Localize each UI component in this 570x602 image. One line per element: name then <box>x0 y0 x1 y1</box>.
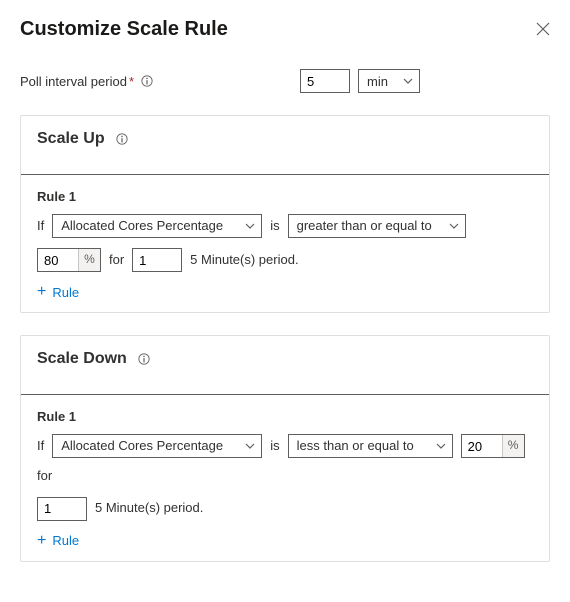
scale-down-section: Scale Down Rule 1 If Allocated Cores Per… <box>20 335 550 562</box>
chevron-down-icon <box>449 221 459 231</box>
plus-icon: + <box>37 284 46 300</box>
for-text: for <box>109 250 124 271</box>
close-icon[interactable] <box>536 22 550 36</box>
percent-unit: % <box>502 435 524 457</box>
is-text: is <box>270 436 279 457</box>
info-icon[interactable] <box>115 132 129 146</box>
threshold-input-wrap: % <box>37 248 101 272</box>
scale-up-section: Scale Up Rule 1 If Allocated Cores Perce… <box>20 115 550 313</box>
poll-unit-select[interactable]: min <box>358 69 420 93</box>
percent-unit: % <box>78 249 100 271</box>
threshold-input-wrap: % <box>461 434 525 458</box>
is-text: is <box>270 216 279 237</box>
metric-value: Allocated Cores Percentage <box>61 436 223 457</box>
if-text: If <box>37 216 44 237</box>
chevron-down-icon <box>436 441 446 451</box>
operator-select[interactable]: less than or equal to <box>288 434 453 458</box>
page-title: Customize Scale Rule <box>20 18 228 41</box>
add-rule-label: Rule <box>52 533 79 548</box>
metric-value: Allocated Cores Percentage <box>61 216 223 237</box>
metric-select[interactable]: Allocated Cores Percentage <box>52 214 262 238</box>
metric-select[interactable]: Allocated Cores Percentage <box>52 434 262 458</box>
add-rule-button[interactable]: + Rule <box>37 284 533 300</box>
threshold-input[interactable] <box>38 249 78 271</box>
info-icon[interactable] <box>137 352 151 366</box>
poll-interval-input[interactable] <box>300 69 350 93</box>
if-text: If <box>37 436 44 457</box>
rule-label: Rule 1 <box>37 409 533 424</box>
plus-icon: + <box>37 533 46 549</box>
chevron-down-icon <box>403 76 413 86</box>
info-icon[interactable] <box>140 74 154 88</box>
poll-interval-label: Poll interval period <box>20 74 127 89</box>
threshold-input[interactable] <box>462 435 502 457</box>
required-marker: * <box>129 74 134 89</box>
scale-down-title: Scale Down <box>37 350 127 368</box>
operator-select[interactable]: greater than or equal to <box>288 214 466 238</box>
chevron-down-icon <box>245 221 255 231</box>
operator-value: greater than or equal to <box>297 216 432 237</box>
scale-up-title: Scale Up <box>37 130 105 148</box>
period-text: 5 Minute(s) period. <box>95 498 203 519</box>
period-count-input[interactable] <box>37 497 87 521</box>
rule-label: Rule 1 <box>37 189 533 204</box>
poll-unit-value: min <box>367 74 388 89</box>
add-rule-button[interactable]: + Rule <box>37 533 533 549</box>
for-text: for <box>37 466 52 487</box>
chevron-down-icon <box>245 441 255 451</box>
period-text: 5 Minute(s) period. <box>190 250 298 271</box>
period-count-input[interactable] <box>132 248 182 272</box>
operator-value: less than or equal to <box>297 436 414 457</box>
add-rule-label: Rule <box>52 285 79 300</box>
